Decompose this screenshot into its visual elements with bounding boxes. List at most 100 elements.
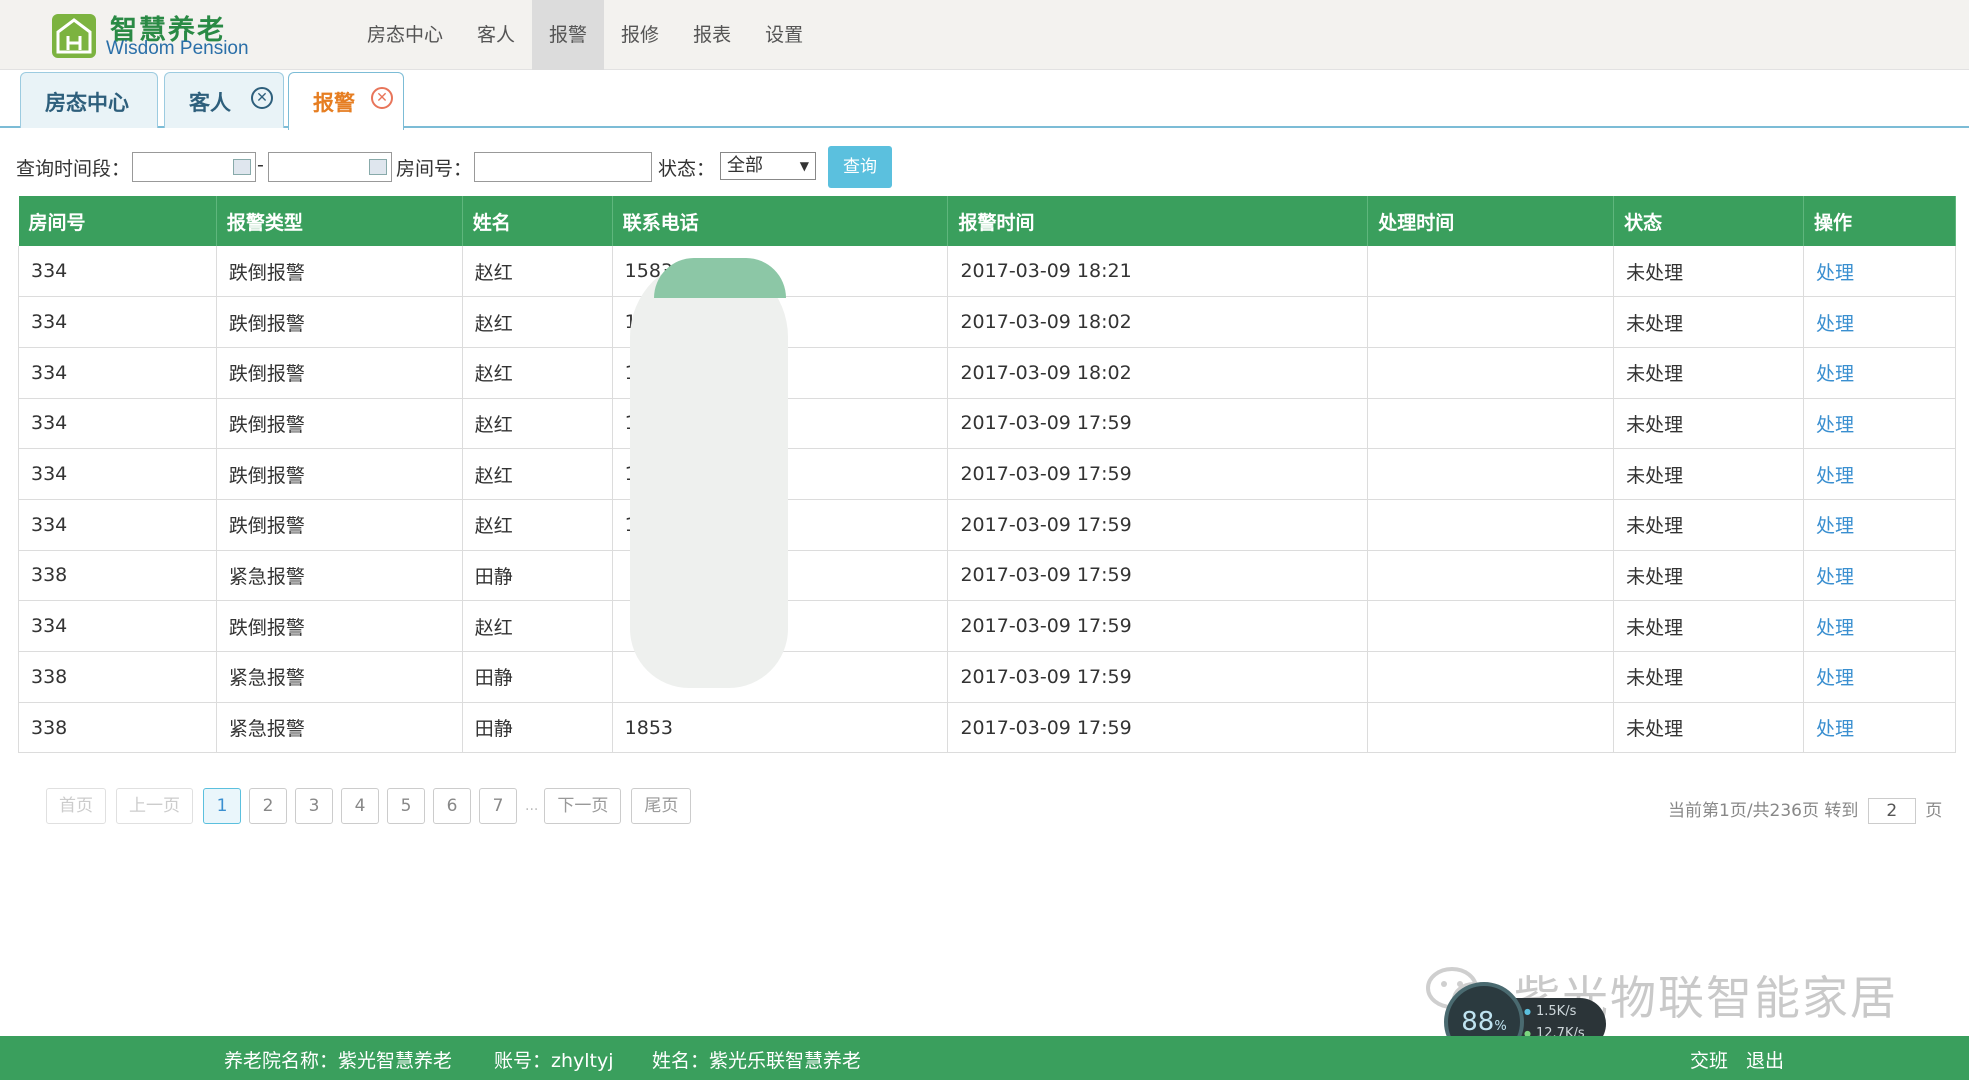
org-name: 养老院名称：紫光智慧养老	[224, 1050, 453, 1072]
status-cell: 未处理	[1613, 702, 1805, 754]
table-row: 334跌倒报警赵红152017-03-09 17:59未处理处理	[18, 398, 1956, 450]
name-cell: 赵红	[462, 499, 613, 551]
name-cell: 赵红	[462, 347, 613, 399]
logout-link[interactable]: 退出	[1746, 1046, 1784, 1073]
handle-link[interactable]: 处理	[1803, 499, 1956, 551]
page-button[interactable]: 1	[203, 788, 241, 824]
status-cell: 未处理	[1613, 347, 1805, 399]
table-header-row: 房间号 报警类型 姓名 联系电话 报警时间 处理时间 状态 操作	[18, 196, 1956, 246]
handle-link[interactable]: 处理	[1803, 550, 1956, 602]
alarm-table: 房间号 报警类型 姓名 联系电话 报警时间 处理时间 状态 操作 334 跌倒报警…	[18, 196, 1956, 754]
handle-time-cell	[1367, 651, 1615, 703]
tab-guests[interactable]: 客人 ✕	[164, 72, 284, 128]
logo: 智慧养老 Wisdom Pension	[52, 8, 292, 62]
calendar-icon[interactable]	[369, 159, 387, 175]
close-icon[interactable]: ✕	[251, 87, 273, 109]
page-button[interactable]: 2	[249, 788, 287, 824]
usage-unit: %	[1494, 1019, 1507, 1034]
nav-room-status[interactable]: 房态中心	[350, 0, 460, 70]
alarm-type-cell: 紧急报警	[216, 651, 463, 703]
pagination-ellipsis: ...	[525, 798, 539, 814]
handle-time-cell	[1367, 398, 1615, 450]
alarm-type-cell: 跌倒报警	[216, 347, 463, 399]
goto-page-input[interactable]: 2	[1867, 798, 1916, 824]
first-page-button[interactable]: 首页	[46, 788, 106, 824]
filter-bar: 查询时间段： - 房间号： 状态： 全部 ▼ 查询	[0, 142, 1969, 192]
page-button[interactable]: 7	[479, 788, 517, 824]
tab-alarms[interactable]: 报警 ✕	[288, 72, 404, 130]
page-button[interactable]: 5	[387, 788, 425, 824]
status-select-value: 全部	[727, 155, 763, 176]
home-logo-icon	[52, 14, 96, 58]
handle-time-cell	[1367, 347, 1615, 399]
redacted-phone-area-top	[654, 258, 786, 298]
tab-label: 客人	[189, 91, 231, 115]
handle-link[interactable]: 处理	[1803, 600, 1956, 652]
table-row: 338 紧急报警 田静 2017-03-09 17:59 未处理 处理	[18, 550, 1956, 602]
page-button[interactable]: 3	[295, 788, 333, 824]
main-nav: 房态中心 客人 报警 报修 报表 设置	[350, 0, 820, 70]
alarm-time-cell: 2017-03-09 17:59	[947, 499, 1369, 551]
alarm-time-cell: 2017-03-09 18:02	[947, 347, 1369, 399]
status-cell: 未处理	[1613, 398, 1805, 450]
handle-link[interactable]: 处理	[1803, 448, 1956, 500]
name-cell: 田静	[462, 550, 613, 602]
close-icon[interactable]: ✕	[371, 87, 393, 109]
chevron-down-icon: ▼	[799, 159, 809, 173]
nav-repairs[interactable]: 报修	[604, 0, 676, 70]
column-header: 姓名	[462, 196, 613, 246]
account-name: 账号：zhyltyj	[494, 1050, 614, 1072]
page-button[interactable]: 4	[341, 788, 379, 824]
alarm-type-cell: 紧急报警	[216, 550, 463, 602]
handle-link[interactable]: 处理	[1803, 651, 1956, 703]
page-info: 当前第1页/共236页 转到 2 页	[1668, 796, 1942, 824]
handle-time-cell	[1367, 702, 1615, 754]
query-button[interactable]: 查询	[828, 146, 892, 188]
room-number-cell: 334	[18, 499, 217, 551]
nav-guests[interactable]: 客人	[460, 0, 532, 70]
alarm-time-cell: 2017-03-09 17:59	[947, 651, 1369, 703]
column-header: 联系电话	[612, 196, 949, 246]
room-number-cell: 334	[18, 296, 217, 348]
handle-time-cell	[1367, 296, 1615, 348]
status-cell: 未处理	[1613, 651, 1805, 703]
status-select[interactable]: 全部 ▼	[720, 152, 816, 180]
handle-time-cell	[1367, 499, 1615, 551]
nav-settings[interactable]: 设置	[748, 0, 820, 70]
handle-time-cell	[1367, 448, 1615, 500]
table-row: 334 跌倒报警 赵红 2017-03-09 17:59 未处理 处理	[18, 600, 1956, 652]
status-cell: 未处理	[1613, 600, 1805, 652]
room-number-cell: 334	[18, 448, 217, 500]
alarm-time-cell: 2017-03-09 18:02	[947, 296, 1369, 348]
nav-alarms[interactable]: 报警	[532, 0, 605, 70]
handle-link[interactable]: 处理	[1803, 347, 1956, 399]
tab-room-status[interactable]: 房态中心	[20, 72, 158, 128]
phone-cell: 1853	[612, 702, 949, 754]
handle-link[interactable]: 处理	[1803, 246, 1956, 298]
brand-name-en: Wisdom Pension	[106, 38, 249, 59]
alarm-time-cell: 2017-03-09 17:59	[947, 600, 1369, 652]
end-date-input[interactable]	[268, 152, 392, 182]
user-name: 姓名：紫光乐联智慧养老	[652, 1050, 862, 1072]
column-header: 状态	[1613, 196, 1805, 246]
page-button[interactable]: 6	[433, 788, 471, 824]
handle-link[interactable]: 处理	[1803, 702, 1956, 754]
top-bar: 智慧养老 Wisdom Pension 房态中心 客人 报警 报修 报表 设置	[0, 0, 1969, 70]
last-page-button[interactable]: 尾页	[631, 788, 692, 824]
handle-link[interactable]: 处理	[1803, 296, 1956, 348]
start-date-input[interactable]	[132, 152, 256, 182]
handle-time-cell	[1367, 550, 1615, 602]
handle-link[interactable]: 处理	[1803, 398, 1956, 450]
handover-link[interactable]: 交班	[1690, 1046, 1728, 1073]
prev-page-button[interactable]: 上一页	[116, 788, 193, 824]
room-number-cell: 334	[18, 347, 217, 399]
nav-reports[interactable]: 报表	[676, 0, 748, 70]
table-row: 338 紧急报警 田静 2017-03-09 17:59 未处理 处理	[18, 651, 1956, 703]
alarm-type-cell: 跌倒报警	[216, 499, 463, 551]
name-cell: 田静	[462, 651, 613, 703]
next-page-button[interactable]: 下一页	[544, 788, 622, 824]
table-row: 334跌倒报警赵红12017-03-09 17:59未处理处理	[18, 499, 1956, 551]
handle-time-cell	[1367, 600, 1615, 652]
room-number-input[interactable]	[474, 152, 652, 182]
calendar-icon[interactable]	[233, 159, 251, 175]
